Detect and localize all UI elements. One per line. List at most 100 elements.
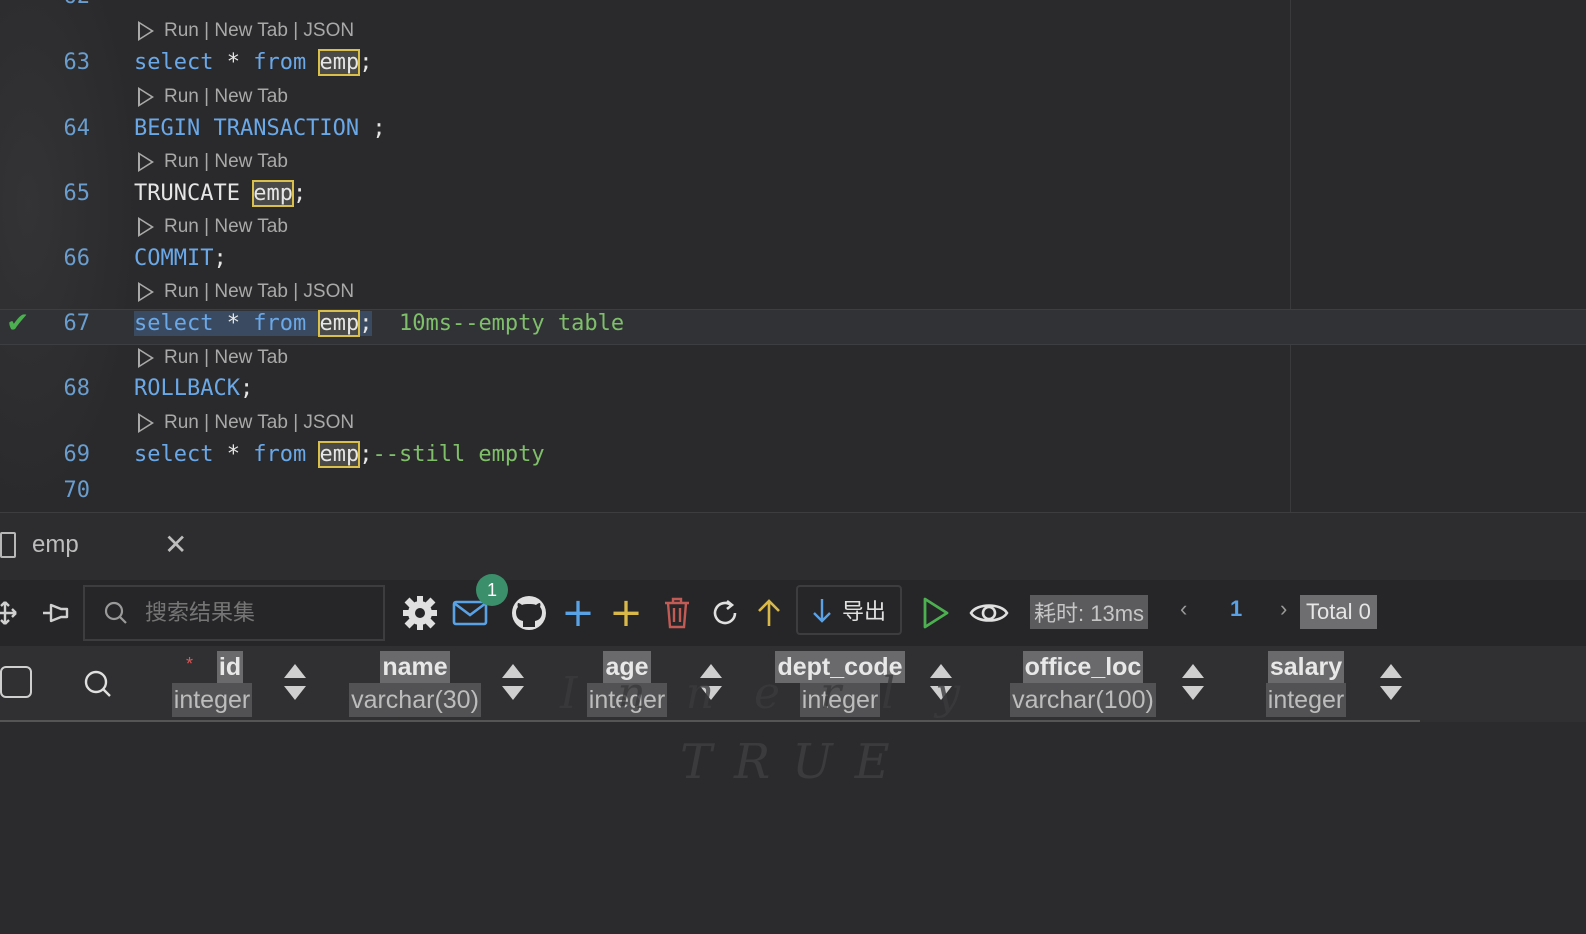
column-header-name[interactable]: name varchar(30) <box>338 646 492 722</box>
code-lens[interactable]: Run | New Tab <box>138 345 288 371</box>
run-icon[interactable] <box>138 152 154 172</box>
line-number: 66 <box>63 246 91 271</box>
sort-icon[interactable] <box>284 664 306 702</box>
run-icon[interactable] <box>138 21 154 41</box>
code-lens[interactable]: Run | New Tab <box>138 214 288 240</box>
keyword: from <box>253 311 307 336</box>
panel-icon <box>0 532 16 558</box>
code-lens-label[interactable]: Run | New Tab <box>164 151 288 173</box>
column-header-salary[interactable]: salary integer <box>1258 646 1354 722</box>
search-icon <box>104 601 127 624</box>
line-number: 64 <box>63 116 91 141</box>
keyword: from <box>253 50 307 75</box>
column-name: salary <box>1267 651 1345 683</box>
semicolon: ; <box>372 116 386 141</box>
run-icon[interactable] <box>138 348 154 368</box>
watermark-upper: Innerly <box>560 668 1001 719</box>
code-lens[interactable]: Run | New Tab | JSON <box>138 18 354 44</box>
code-line-68[interactable]: ROLLBACK; <box>134 376 253 401</box>
results-toolbar: 1 + + 导出 耗时: 13ms ‹ 1 › Total 0 <box>0 574 1586 646</box>
line-number: 63 <box>63 50 91 75</box>
sql-editor[interactable]: 62 Run | New Tab | JSON 63 select * from… <box>0 0 1586 512</box>
sort-icon[interactable] <box>502 664 524 702</box>
code-line-65[interactable]: TRUNCATE emp; <box>134 180 307 207</box>
sort-icon[interactable] <box>1182 664 1204 702</box>
select-all-checkbox[interactable] <box>0 666 32 698</box>
run-icon[interactable] <box>138 217 154 237</box>
column-name: office_loc <box>1022 651 1144 683</box>
watermark: TRUE <box>680 734 912 790</box>
code-lens[interactable]: Run | New Tab | JSON <box>138 410 354 436</box>
code-lens[interactable]: Run | New Tab | JSON <box>138 279 354 305</box>
semicolon: ; <box>292 181 307 206</box>
query-timing: 耗时: 13ms <box>1030 595 1149 629</box>
next-page-icon[interactable]: › <box>1280 596 1287 622</box>
code-lens-label[interactable]: Run | New Tab | JSON <box>164 281 354 303</box>
import-up-arrow-icon[interactable] <box>752 580 786 646</box>
line-number: 68 <box>63 376 91 401</box>
semicolon: ; <box>213 246 227 271</box>
column-search-icon[interactable] <box>80 646 116 722</box>
run-icon[interactable] <box>138 413 154 433</box>
run-play-icon[interactable] <box>918 580 954 646</box>
tab-label[interactable]: emp <box>32 531 164 559</box>
line-number: 62 <box>40 0 91 9</box>
keyword: select <box>134 442 214 467</box>
semicolon: ; <box>239 376 254 401</box>
settings-gear-icon[interactable] <box>400 580 440 646</box>
comment: --still empty <box>372 442 545 467</box>
semicolon: ; <box>359 442 373 467</box>
semicolon: ; <box>359 50 373 75</box>
editor-ruler <box>1290 0 1291 512</box>
code-line-69[interactable]: select * from emp;--still empty <box>134 441 545 468</box>
keyword: COMMIT <box>134 246 214 271</box>
view-eye-icon[interactable] <box>968 580 1010 646</box>
notification-badge: 1 <box>476 574 508 606</box>
refresh-icon[interactable] <box>706 580 744 646</box>
code-lens-label[interactable]: Run | New Tab <box>164 216 288 238</box>
run-icon[interactable] <box>138 282 154 302</box>
add-row-icon[interactable]: + <box>558 580 598 646</box>
code-line-63[interactable]: select * from emp; <box>134 49 373 76</box>
line-number: 69 <box>63 442 91 467</box>
tab-emp[interactable]: emp ✕ <box>0 525 187 565</box>
sort-icon[interactable] <box>1380 664 1402 702</box>
github-icon[interactable] <box>508 580 550 646</box>
column-header-office-loc[interactable]: office_loc varchar(100) <box>996 646 1170 722</box>
code-lens-label[interactable]: Run | New Tab | JSON <box>164 20 354 42</box>
column-type: integer <box>171 683 253 717</box>
code-lens-label[interactable]: Run | New Tab | JSON <box>164 412 354 434</box>
code-line-64[interactable]: BEGIN TRANSACTION ; <box>134 116 386 141</box>
operator: * <box>226 442 240 467</box>
prev-page-icon[interactable]: ‹ <box>1180 596 1187 622</box>
move-icon[interactable] <box>0 580 18 646</box>
run-icon[interactable] <box>138 87 154 107</box>
code-lens[interactable]: Run | New Tab <box>138 84 288 110</box>
code-lens-label[interactable]: Run | New Tab <box>164 347 288 369</box>
operator: * <box>226 311 240 336</box>
search-input[interactable] <box>143 599 367 627</box>
export-button[interactable]: 导出 <box>796 585 902 635</box>
keyword: ROLLBACK <box>134 376 240 401</box>
code-lens[interactable]: Run | New Tab <box>138 149 288 175</box>
keyword: BEGIN TRANSACTION <box>134 116 360 141</box>
keyword: from <box>253 442 307 467</box>
required-asterisk-icon: * <box>186 654 194 674</box>
column-type: integer <box>1265 683 1347 717</box>
column-header-id[interactable]: * id integer <box>164 646 260 722</box>
table-reference: emp <box>318 441 361 468</box>
semicolon: ; <box>359 311 373 336</box>
pin-icon[interactable] <box>38 580 74 646</box>
code-line-66[interactable]: COMMIT; <box>134 246 227 271</box>
keyword: TRUNCATE <box>134 181 240 206</box>
table-reference: emp <box>318 49 361 76</box>
close-icon[interactable]: ✕ <box>164 531 187 559</box>
delete-trash-icon[interactable] <box>658 580 696 646</box>
code-lens-label[interactable]: Run | New Tab <box>164 86 288 108</box>
success-check-icon: ✔ <box>6 306 30 339</box>
results-tab-bar: emp ✕ <box>0 512 1586 581</box>
code-line-67[interactable]: select * from emp; 10ms--empty table <box>134 310 624 337</box>
search-results-box[interactable] <box>83 585 385 641</box>
column-type: varchar(100) <box>1010 683 1156 717</box>
insert-icon[interactable]: + <box>606 580 646 646</box>
